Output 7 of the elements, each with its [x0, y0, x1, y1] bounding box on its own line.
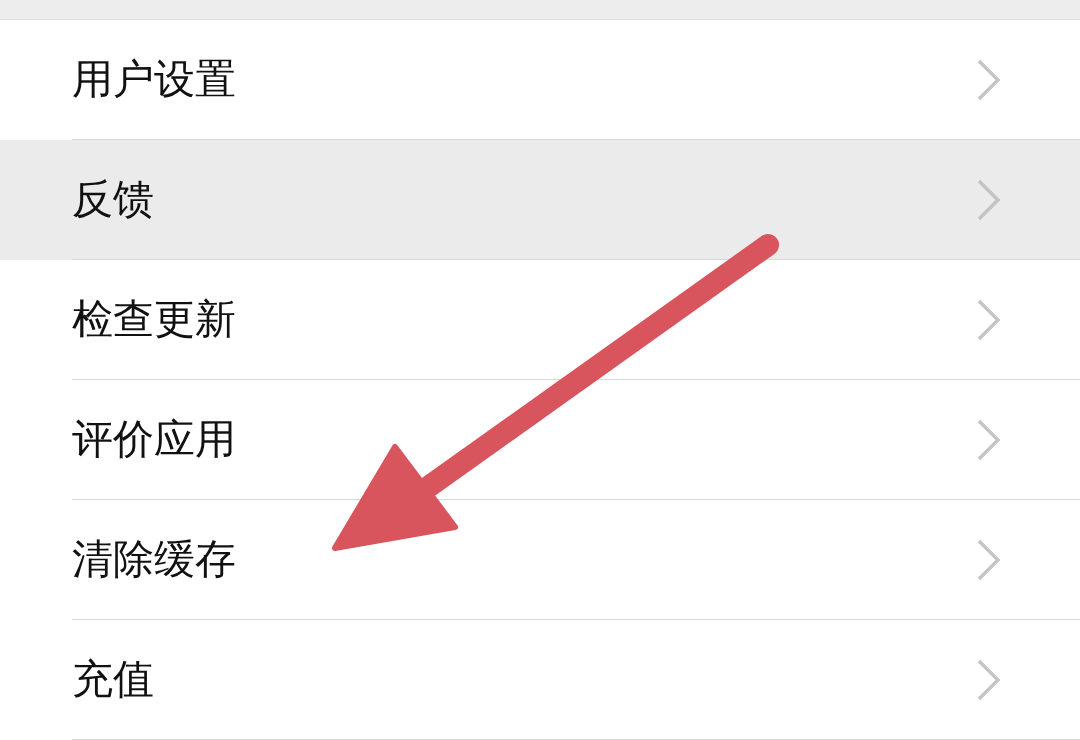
chevron-right-icon	[976, 177, 1002, 222]
chevron-right-icon	[976, 657, 1002, 702]
chevron-right-icon	[976, 297, 1002, 342]
chevron-right-icon	[976, 57, 1002, 102]
settings-item[interactable]: 反馈	[0, 140, 1080, 260]
chevron-right-icon	[976, 417, 1002, 462]
chevron-right-icon	[976, 537, 1002, 582]
